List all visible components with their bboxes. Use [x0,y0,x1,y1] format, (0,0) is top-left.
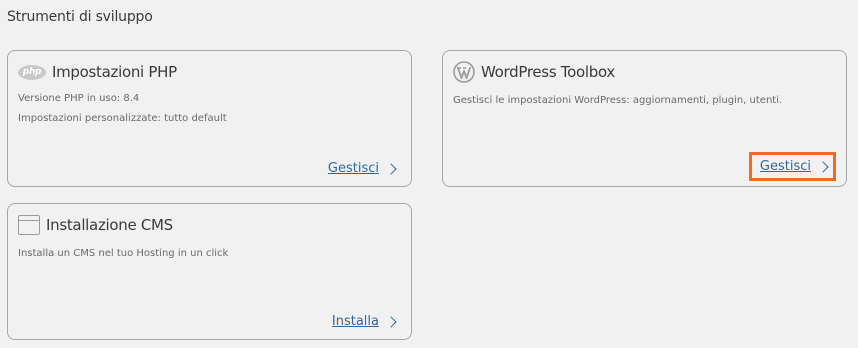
cms-card-header: Installazione CMS [18,213,173,237]
php-version-text: Versione PHP in uso: 8.4 [18,93,140,104]
wordpress-card-title: WordPress Toolbox [481,63,615,81]
section-title: Strumenti di sviluppo [7,9,153,25]
chevron-right-icon [817,160,829,173]
wordpress-card-header: WordPress Toolbox [453,60,615,84]
php-card-details: Versione PHP in uso: 8.4 Impostazioni pe… [18,89,227,129]
cms-install-label: Installa [331,314,379,329]
wordpress-card-details: Gestisci le impostazioni WordPress: aggi… [453,91,782,111]
cms-description-text: Installa un CMS nel tuo Hosting in un cl… [18,248,229,259]
php-custom-settings-text: Impostazioni personalizzate: tutto defau… [18,113,227,124]
wordpress-manage-label: Gestisci [759,159,811,174]
wordpress-description-text: Gestisci le impostazioni WordPress: aggi… [453,95,783,106]
wordpress-toolbox-card: WordPress Toolbox Gestisci le impostazio… [442,50,847,187]
chevron-right-icon [385,162,397,175]
cms-install-card: Installazione CMS Installa un CMS nel tu… [7,203,412,340]
php-card-title: Impostazioni PHP [52,63,177,81]
wordpress-manage-link[interactable]: Gestisci [748,152,836,181]
php-manage-link[interactable]: Gestisci [328,161,397,176]
cms-card-details: Installa un CMS nel tuo Hosting in un cl… [18,244,228,264]
php-settings-card: php Impostazioni PHP Versione PHP in uso… [7,50,412,187]
php-logo-icon: php [18,64,46,80]
cms-install-link[interactable]: Installa [332,314,397,329]
browser-window-icon [18,215,40,235]
php-manage-label: Gestisci [327,161,379,176]
chevron-right-icon [385,315,397,328]
cms-card-title: Installazione CMS [46,216,173,234]
php-card-header: php Impostazioni PHP [18,60,177,84]
wordpress-logo-icon [453,61,475,83]
